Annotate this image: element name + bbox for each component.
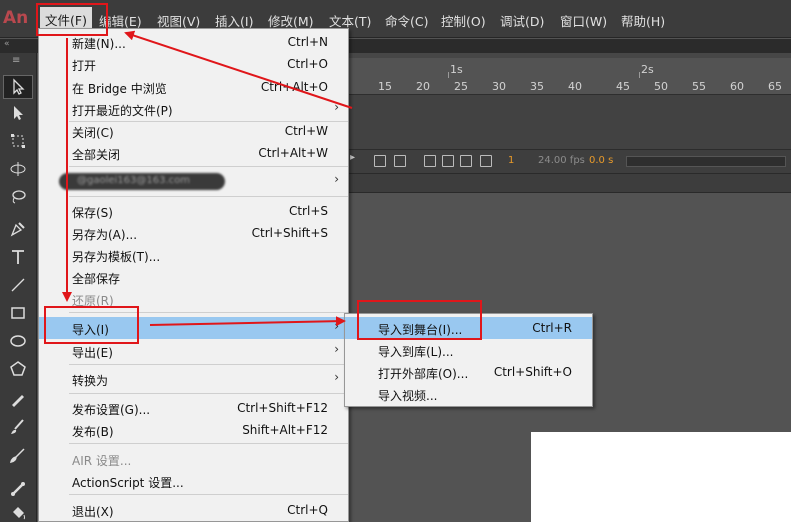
edit-multiple-frames-icon[interactable] xyxy=(460,155,472,167)
file-menu-dropdown: 新建(N)... Ctrl+N 打开 Ctrl+O 在 Bridge 中浏览 Ctrl… xyxy=(38,28,349,522)
menu-item-actionscript-settings[interactable]: ActionScript 设置... xyxy=(39,470,348,492)
loop-icon[interactable] xyxy=(374,155,386,167)
menu-divider xyxy=(69,364,348,365)
modify-markers-icon[interactable] xyxy=(480,155,492,167)
menu-item-exit[interactable]: 退出(X) Ctrl+Q xyxy=(39,499,348,521)
elapsed-time: 0.0 s xyxy=(589,155,614,166)
ruler-second-label: 2s xyxy=(641,63,654,76)
menu-debug[interactable]: 调试(D) xyxy=(500,11,544,30)
timeline-layers-area[interactable] xyxy=(348,94,791,149)
ruler-frame-label: 20 xyxy=(416,80,430,93)
annotation-box-import xyxy=(44,306,139,344)
obscured-account: @gaolei163@163.com xyxy=(59,173,225,190)
lasso-tool-icon[interactable] xyxy=(3,185,33,209)
pencil-tool-icon[interactable] xyxy=(3,387,33,411)
bone-tool-icon[interactable] xyxy=(3,477,33,501)
menu-item-open[interactable]: 打开 Ctrl+O xyxy=(39,53,348,75)
menu-item-import-video[interactable]: 导入视频... xyxy=(345,383,592,405)
ruler-frame-label: 55 xyxy=(692,80,706,93)
timeline-controls: ▸ 1 24.00 fps 0.0 s xyxy=(348,149,791,173)
menu-item-save-all[interactable]: 全部保存 xyxy=(39,266,348,288)
free-transform-tool-icon[interactable] xyxy=(3,129,33,153)
panel-grip-icon[interactable]: ≡ xyxy=(12,55,20,66)
paint-brush-tool-icon[interactable] xyxy=(3,415,33,439)
current-frame[interactable]: 1 xyxy=(508,155,514,166)
play-icon[interactable]: ▸ xyxy=(350,152,362,164)
collapse-chevron-icon[interactable]: « xyxy=(4,39,10,49)
menu-item-publish-settings[interactable]: 发布设置(G)... Ctrl+Shift+F12 xyxy=(39,397,348,419)
menu-item-open-recent[interactable]: 打开最近的文件(P) › xyxy=(39,98,348,120)
onion-skin-outline-icon[interactable] xyxy=(442,155,454,167)
onion-skin-icon[interactable] xyxy=(424,155,436,167)
ruler-tick xyxy=(448,72,449,78)
ruler-frame-label: 35 xyxy=(530,80,544,93)
subselection-tool-icon[interactable] xyxy=(3,101,33,125)
paint-bucket-tool-icon[interactable] xyxy=(3,501,33,522)
selection-tool-icon[interactable] xyxy=(3,75,33,99)
menu-item-import-to-library[interactable]: 导入到库(L)... xyxy=(345,339,592,361)
menu-item-browse-bridge[interactable]: 在 Bridge 中浏览 Ctrl+Alt+O xyxy=(39,76,348,98)
frame-rate[interactable]: 24.00 fps xyxy=(538,155,585,166)
center-frame-icon[interactable] xyxy=(394,155,406,167)
submenu-arrow-icon: › xyxy=(334,370,339,384)
rectangle-tool-icon[interactable] xyxy=(3,301,33,325)
menu-divider xyxy=(69,494,348,495)
ruler-frame-label: 65 xyxy=(768,80,782,93)
stage-canvas[interactable] xyxy=(531,432,791,522)
annotation-box-file-menu xyxy=(36,3,108,36)
menu-item-publish[interactable]: 发布(B) Shift+Alt+F12 xyxy=(39,419,348,441)
menu-item-save[interactable]: 保存(S) Ctrl+S xyxy=(39,200,348,222)
menu-item-close-all[interactable]: 全部关闭 Ctrl+Alt+W xyxy=(39,142,348,164)
submenu-arrow-icon: › xyxy=(334,319,339,333)
menu-item-save-as[interactable]: 另存为(A)... Ctrl+Shift+S xyxy=(39,222,348,244)
submenu-arrow-icon: › xyxy=(334,100,339,114)
menu-commands[interactable]: 命令(C) xyxy=(385,11,428,30)
tools-panel: ≡ xyxy=(0,53,37,522)
menu-item-sync-settings[interactable]: @gaolei163@163.com › xyxy=(39,170,348,192)
ruler-frame-label: 50 xyxy=(654,80,668,93)
menu-item-close[interactable]: 关闭(C) Ctrl+W xyxy=(39,120,348,142)
3d-rotation-tool-icon[interactable] xyxy=(3,157,33,181)
annotation-box-import-to-stage xyxy=(357,300,482,340)
timeline-scrollbar[interactable] xyxy=(626,156,786,167)
ruler-frame-label: 40 xyxy=(568,80,582,93)
ruler-frame-label: 45 xyxy=(616,80,630,93)
menu-control[interactable]: 控制(O) xyxy=(441,11,486,30)
menu-item-save-as-template[interactable]: 另存为模板(T)... xyxy=(39,244,348,266)
ruler-frame-label: 30 xyxy=(492,80,506,93)
edit-bar xyxy=(348,173,791,193)
menu-window[interactable]: 窗口(W) xyxy=(560,11,607,30)
polystar-tool-icon[interactable] xyxy=(3,357,33,381)
oval-tool-icon[interactable] xyxy=(3,329,33,353)
text-tool-icon[interactable] xyxy=(3,245,33,269)
submenu-arrow-icon: › xyxy=(334,342,339,356)
ruler-tick xyxy=(639,72,640,78)
animate-logo: An xyxy=(3,8,29,28)
ruler-frame-label: 15 xyxy=(378,80,392,93)
line-tool-icon[interactable] xyxy=(3,273,33,297)
menu-item-convert-to[interactable]: 转换为 › xyxy=(39,368,348,390)
ruler-second-label: 1s xyxy=(450,63,463,76)
menu-item-open-external-library[interactable]: 打开外部库(O)... Ctrl+Shift+O xyxy=(345,361,592,383)
timeline-panel: 1s 2s 15 20 25 30 35 40 45 50 55 60 65 ▸… xyxy=(348,53,791,173)
frame-ruler[interactable]: 1s 2s 15 20 25 30 35 40 45 50 55 60 65 xyxy=(348,58,791,94)
menu-divider xyxy=(69,393,348,394)
ruler-frame-label: 60 xyxy=(730,80,744,93)
menu-divider xyxy=(69,166,348,167)
pen-tool-icon[interactable] xyxy=(3,217,33,241)
menu-item-air-settings: AIR 设置... xyxy=(72,454,132,468)
ruler-frame-label: 25 xyxy=(454,80,468,93)
menu-divider xyxy=(69,443,348,444)
brush-tool-icon[interactable] xyxy=(3,443,33,467)
menu-help[interactable]: 帮助(H) xyxy=(621,11,665,30)
submenu-arrow-icon: › xyxy=(334,172,339,186)
menu-divider xyxy=(69,196,348,197)
